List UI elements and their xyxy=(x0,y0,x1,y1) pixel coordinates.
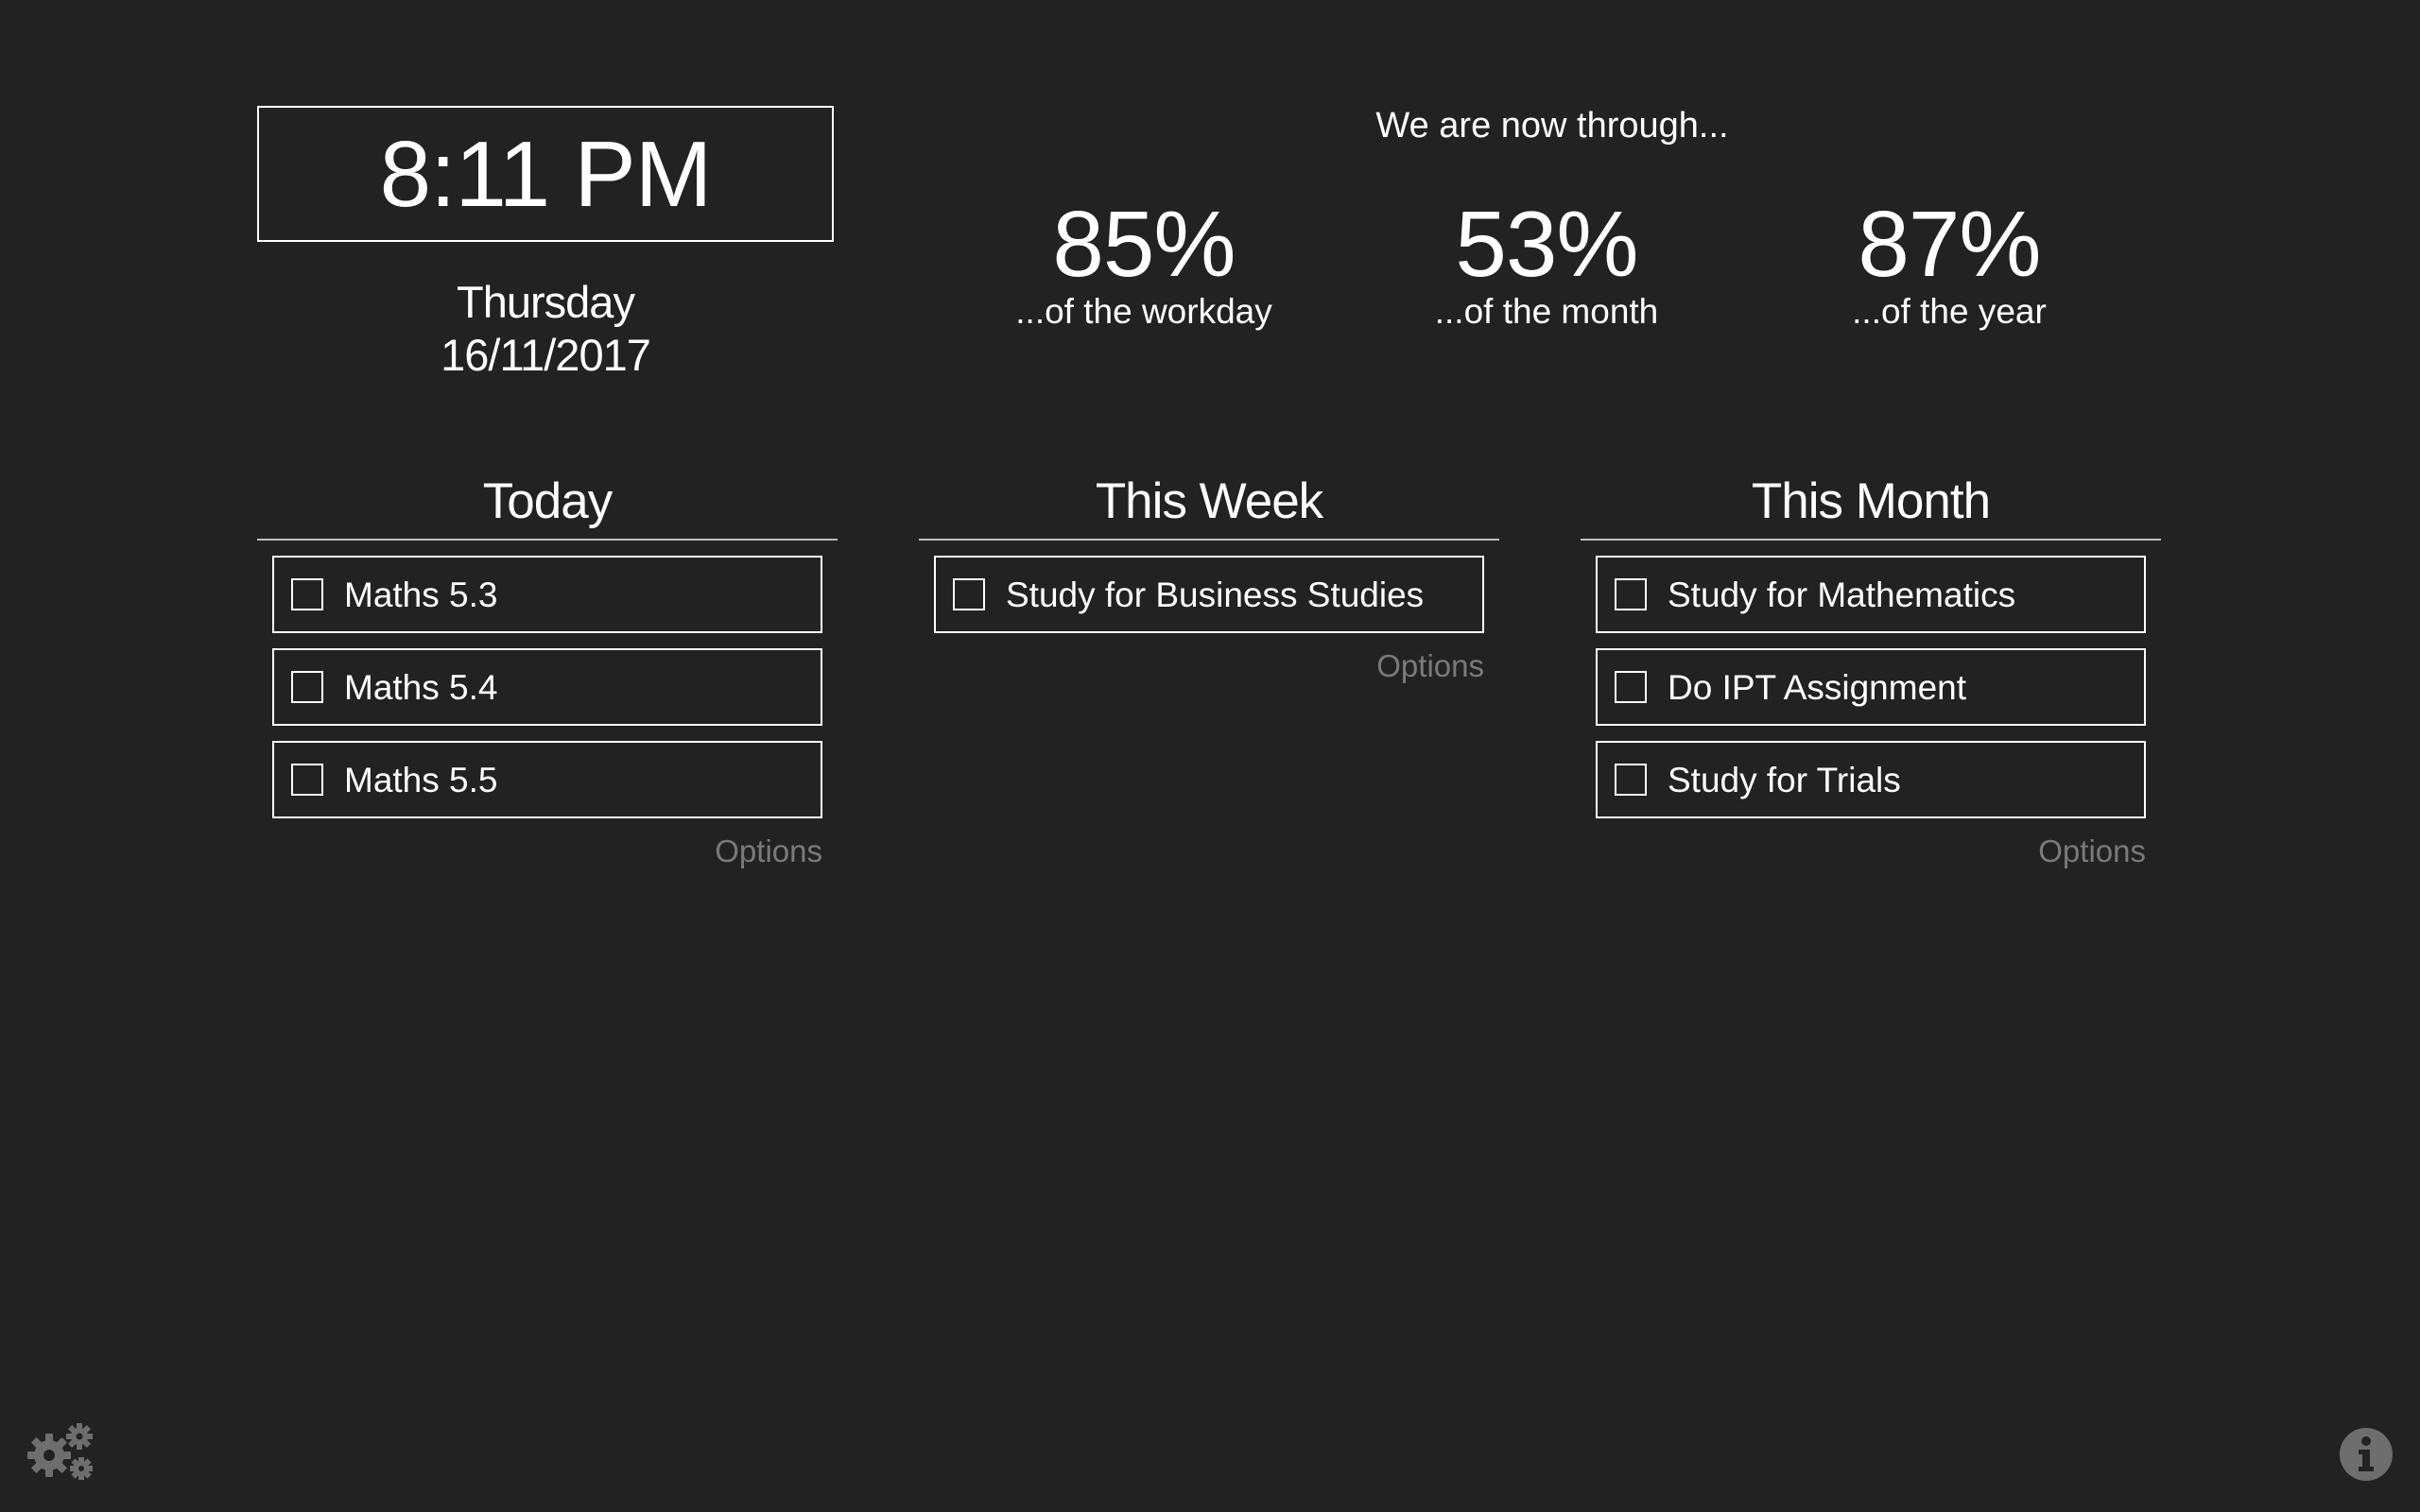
task-checkbox[interactable] xyxy=(1615,764,1647,796)
year-label: ...of the year xyxy=(1852,292,2047,331)
week-task-list: Study for Business Studies xyxy=(919,556,1499,633)
task-label: Do IPT Assignment xyxy=(1668,667,1967,707)
task-checkbox[interactable] xyxy=(291,671,323,703)
week-title: This Week xyxy=(919,469,1499,541)
task-checkbox[interactable] xyxy=(953,578,985,610)
week-column: This Week Study for Business Studies Opt… xyxy=(919,469,1499,684)
task-checkbox[interactable] xyxy=(291,578,323,610)
gear-icon[interactable] xyxy=(26,1419,98,1482)
date-label: 16/11/2017 xyxy=(441,330,651,380)
task-checkbox[interactable] xyxy=(1615,578,1647,610)
month-percent: 53% xyxy=(1455,192,1638,296)
task-label: Maths 5.3 xyxy=(344,575,498,614)
week-options-link[interactable]: Options xyxy=(919,648,1484,684)
task-label: Maths 5.5 xyxy=(344,760,498,799)
progress-heading: We are now through... xyxy=(1375,106,1729,146)
year-percent: 87% xyxy=(1858,192,2041,296)
task-item[interactable]: Maths 5.5 xyxy=(272,741,822,818)
task-checkbox[interactable] xyxy=(291,764,323,796)
month-column: This Month Study for Mathematics Do IPT … xyxy=(1581,469,2161,869)
today-title: Today xyxy=(257,469,838,541)
task-item[interactable]: Study for Business Studies xyxy=(934,556,1484,633)
month-label: ...of the month xyxy=(1434,292,1659,331)
month-options-link[interactable]: Options xyxy=(1581,833,2146,869)
workday-percent: 85% xyxy=(1052,192,1236,296)
today-options-link[interactable]: Options xyxy=(257,833,822,869)
clock-box: 8:11 PM xyxy=(257,106,834,242)
task-item[interactable]: Study for Mathematics xyxy=(1596,556,2146,633)
task-item[interactable]: Study for Trials xyxy=(1596,741,2146,818)
task-item[interactable]: Do IPT Assignment xyxy=(1596,648,2146,726)
task-item[interactable]: Maths 5.3 xyxy=(272,556,822,633)
year-progress: 87% ...of the year xyxy=(1751,189,2148,331)
task-label: Study for Trials xyxy=(1668,760,1901,799)
month-progress: 53% ...of the month xyxy=(1348,189,1745,331)
task-label: Study for Business Studies xyxy=(1006,575,1425,614)
info-icon[interactable] xyxy=(2339,1427,2394,1482)
today-column: Today Maths 5.3 Maths 5.4 Maths 5.5 Opti… xyxy=(257,469,838,869)
task-label: Maths 5.4 xyxy=(344,667,498,707)
date-display: Thursday 16/11/2017 xyxy=(257,276,834,382)
task-checkbox[interactable] xyxy=(1615,671,1647,703)
weekday-label: Thursday xyxy=(457,277,635,327)
month-title: This Month xyxy=(1581,469,2161,541)
workday-progress: 85% ...of the workday xyxy=(945,189,1342,331)
clock-time: 8:11 PM xyxy=(379,122,713,226)
today-task-list: Maths 5.3 Maths 5.4 Maths 5.5 xyxy=(257,556,838,818)
app-window: 8:11 PM Thursday 16/11/2017 We are now t… xyxy=(0,0,2420,1512)
month-task-list: Study for Mathematics Do IPT Assignment … xyxy=(1581,556,2161,818)
task-item[interactable]: Maths 5.4 xyxy=(272,648,822,726)
task-label: Study for Mathematics xyxy=(1668,575,2016,614)
workday-label: ...of the workday xyxy=(1015,292,1272,331)
